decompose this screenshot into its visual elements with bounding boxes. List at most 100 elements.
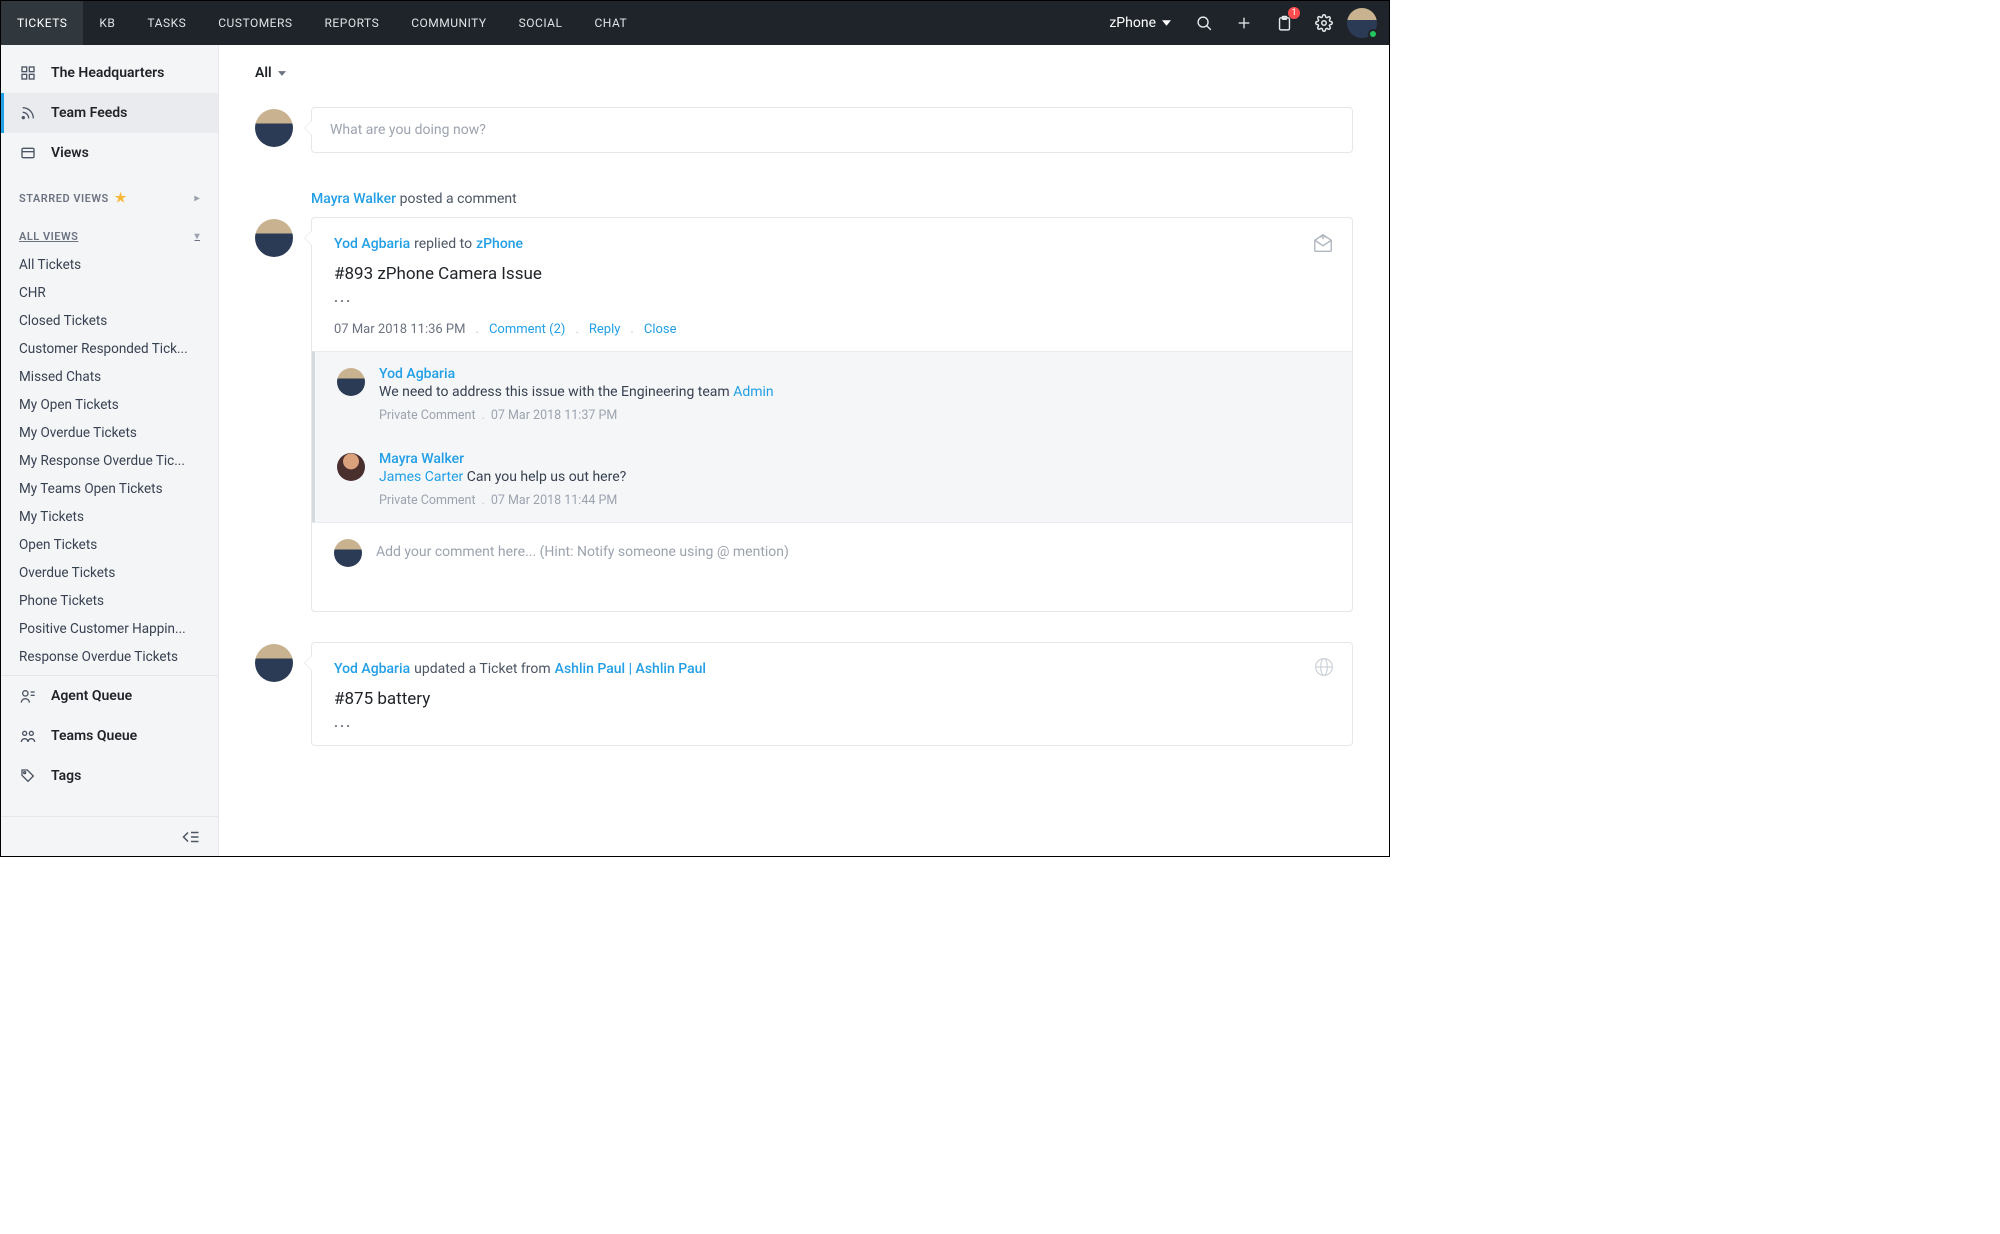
headline-user-link[interactable]: Yod Agbaria — [334, 236, 410, 252]
card-meta: 07 Mar 2018 11:36 PM . Comment (2) . Rep… — [334, 322, 1330, 337]
view-item[interactable]: All Tickets — [1, 251, 218, 279]
view-item[interactable]: Closed Tickets — [1, 307, 218, 335]
notifications-button[interactable]: 1 — [1267, 6, 1301, 40]
view-item[interactable]: My Teams Open Tickets — [1, 475, 218, 503]
view-item[interactable]: My Open Tickets — [1, 391, 218, 419]
main-content: All What are you doing now? — [219, 45, 1389, 856]
view-item[interactable]: Response Overdue Tickets — [1, 643, 218, 671]
comment-placeholder: Add your comment here... (Hint: Notify s… — [376, 544, 789, 560]
starred-views-header[interactable]: STARRED VIEWS ★ ▸ — [1, 181, 218, 210]
all-views-header[interactable]: ALL VIEWS ▾ — [1, 220, 218, 247]
headline-target-link[interactable]: Ashlin Paul | Ashlin Paul — [555, 661, 706, 677]
sidebar-item-teams-queue[interactable]: Teams Queue — [1, 716, 218, 756]
comment-avatar — [337, 453, 365, 481]
nav-chat[interactable]: CHAT — [578, 1, 643, 45]
comment-composer[interactable]: Add your comment here... (Hint: Notify s… — [312, 522, 1352, 581]
view-item[interactable]: My Overdue Tickets — [1, 419, 218, 447]
notification-badge: 1 — [1288, 7, 1300, 19]
tags-icon — [19, 767, 37, 785]
nav-tasks[interactable]: TASKS — [131, 1, 202, 45]
comment-meta: Private Comment.07 Mar 2018 11:44 PM — [379, 493, 626, 508]
view-item[interactable]: My Tickets — [1, 503, 218, 531]
feed-card: Yod Agbaria replied to zPhone #893 zPhon… — [311, 217, 1353, 612]
nav-social[interactable]: SOCIAL — [503, 1, 579, 45]
chevron-down-icon — [278, 71, 286, 76]
close-action[interactable]: Close — [644, 322, 677, 337]
top-nav: TICKETS KB TASKS CUSTOMERS REPORTS COMMU… — [1, 1, 1389, 45]
nav-community[interactable]: COMMUNITY — [395, 1, 502, 45]
sidebar-item-label: Tags — [51, 768, 81, 784]
star-icon: ★ — [115, 191, 127, 206]
sidebar-item-label: Agent Queue — [51, 688, 132, 704]
sidebar-collapse[interactable] — [1, 816, 218, 856]
top-nav-tabs: TICKETS KB TASKS CUSTOMERS REPORTS COMMU… — [1, 1, 643, 45]
sidebar-item-team-feeds[interactable]: Team Feeds — [1, 93, 218, 133]
plus-icon — [1236, 15, 1252, 31]
comment-text: We need to address this issue with the E… — [379, 384, 774, 400]
nested-comment: Yod Agbaria We need to address this issu… — [315, 352, 1352, 437]
collapse-icon — [182, 830, 200, 844]
feed-avatar — [255, 219, 293, 257]
view-item[interactable]: Positive Customer Happin... — [1, 615, 218, 643]
comment-action[interactable]: Comment (2) — [489, 322, 566, 337]
gear-icon — [1315, 14, 1333, 32]
headline-action: replied to — [414, 236, 472, 252]
headline-target-link[interactable]: zPhone — [476, 236, 523, 252]
view-item[interactable]: Customer Responded Tick... — [1, 335, 218, 363]
chevron-right-icon: ▸ — [194, 193, 200, 204]
card-headline: Yod Agbaria replied to zPhone — [334, 236, 1330, 252]
add-button[interactable] — [1227, 6, 1261, 40]
composer-placeholder: What are you doing now? — [330, 122, 486, 138]
email-open-icon — [1312, 232, 1334, 254]
content-ellipsis: ... — [334, 290, 1330, 306]
feed-avatar — [255, 644, 293, 682]
sidebar-item-agent-queue[interactable]: Agent Queue — [1, 676, 218, 716]
feed-card: Yod Agbaria updated a Ticket from Ashlin… — [311, 642, 1353, 746]
view-item[interactable]: My Response Overdue Tic... — [1, 447, 218, 475]
speech-notch — [304, 230, 312, 246]
mention-link[interactable]: James Carter — [379, 469, 463, 485]
sidebar-item-tags[interactable]: Tags — [1, 756, 218, 796]
all-views-list: All Tickets CHR Closed Tickets Customer … — [1, 247, 218, 675]
search-button[interactable] — [1187, 6, 1221, 40]
sidebar-item-views[interactable]: Views — [1, 133, 218, 173]
view-item[interactable]: Phone Tickets — [1, 587, 218, 615]
view-item[interactable]: CHR — [1, 279, 218, 307]
brand-selector[interactable]: zPhone — [1099, 15, 1181, 31]
ticket-title[interactable]: #875 battery — [334, 689, 1330, 709]
search-icon — [1196, 15, 1213, 32]
agent-queue-icon — [19, 687, 37, 705]
comment-user-link[interactable]: Mayra Walker — [379, 451, 626, 467]
mention-link[interactable]: Admin — [733, 384, 773, 400]
user-avatar[interactable] — [1347, 8, 1377, 38]
nested-comments: Yod Agbaria We need to address this issu… — [312, 351, 1352, 522]
section-label: STARRED VIEWS — [19, 192, 109, 205]
nav-reports[interactable]: REPORTS — [309, 1, 396, 45]
views-icon — [19, 144, 37, 162]
comment-user-link[interactable]: Yod Agbaria — [379, 366, 774, 382]
view-item[interactable]: Missed Chats — [1, 363, 218, 391]
brand-label: zPhone — [1109, 15, 1156, 31]
speech-notch — [304, 120, 312, 136]
comment-text: James Carter Can you help us out here? — [379, 469, 626, 485]
nav-customers[interactable]: CUSTOMERS — [202, 1, 308, 45]
reply-action[interactable]: Reply — [589, 322, 621, 337]
view-item[interactable]: Open Tickets — [1, 531, 218, 559]
current-user-avatar — [334, 539, 362, 567]
settings-button[interactable] — [1307, 6, 1341, 40]
nav-kb[interactable]: KB — [83, 1, 131, 45]
ticket-title[interactable]: #893 zPhone Camera Issue — [334, 264, 1330, 284]
sidebar-item-headquarters[interactable]: The Headquarters — [1, 53, 218, 93]
status-composer[interactable]: What are you doing now? — [311, 107, 1353, 153]
current-user-avatar — [255, 109, 293, 147]
nested-comment: Mayra Walker James Carter Can you help u… — [315, 437, 1352, 522]
top-nav-right: zPhone 1 — [1099, 1, 1389, 45]
feed-filter[interactable]: All — [255, 65, 286, 81]
preline-user-link[interactable]: Mayra Walker — [311, 191, 396, 207]
nav-tickets[interactable]: TICKETS — [1, 1, 83, 45]
chevron-down-icon: ▾ — [194, 231, 200, 242]
view-item[interactable]: Overdue Tickets — [1, 559, 218, 587]
card-headline: Yod Agbaria updated a Ticket from Ashlin… — [334, 661, 1330, 677]
headline-user-link[interactable]: Yod Agbaria — [334, 661, 410, 677]
filter-label: All — [255, 65, 272, 81]
